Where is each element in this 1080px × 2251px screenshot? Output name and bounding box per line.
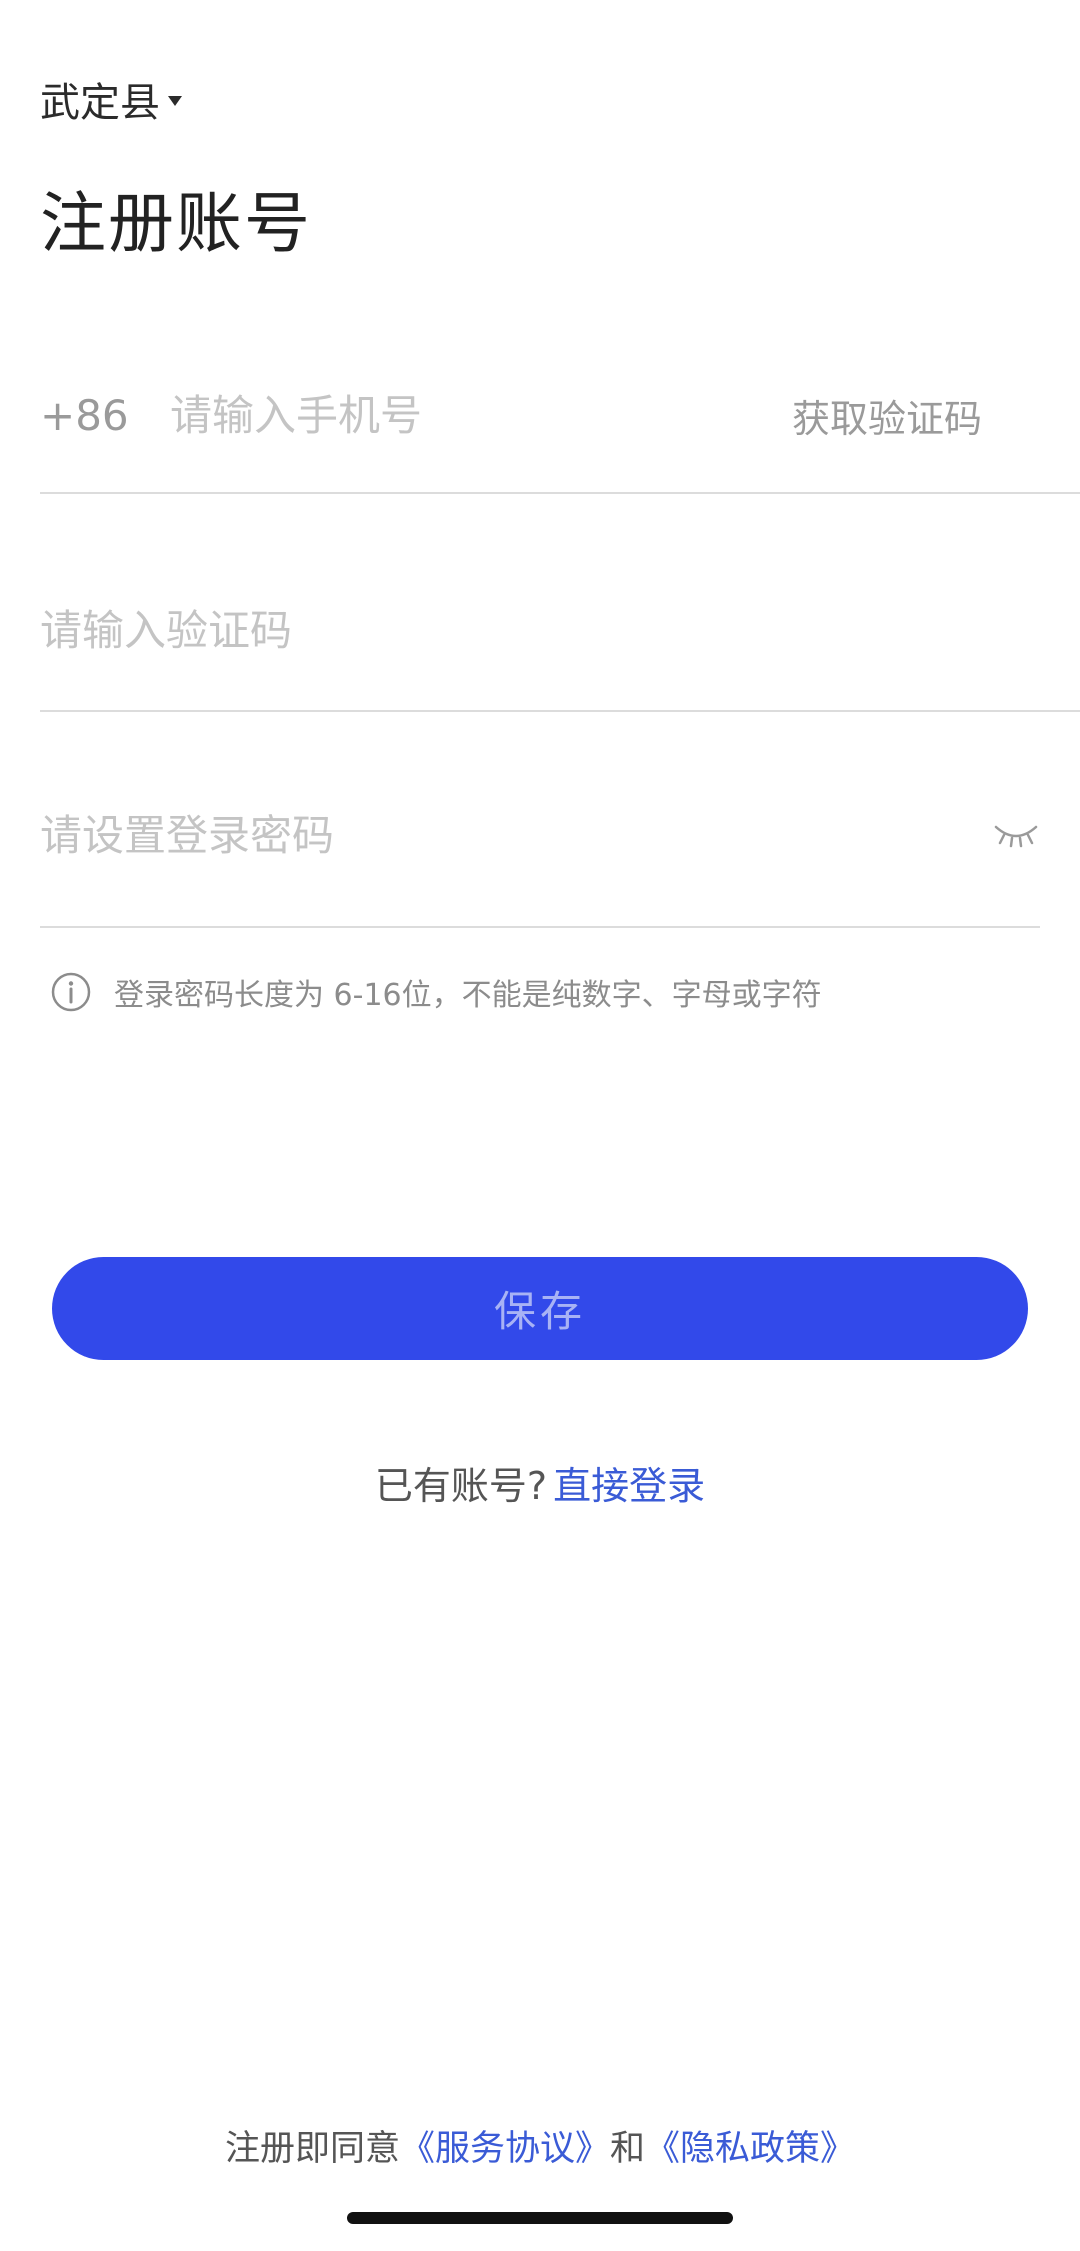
phone-input[interactable] [170,390,792,440]
password-input[interactable] [40,810,992,860]
country-code[interactable]: +86 [40,391,170,440]
code-row [40,590,1080,670]
password-hint-text: 登录密码长度为 6-16位，不能是纯数字、字母或字符 [114,978,822,1013]
privacy-policy-link[interactable]: 《隐私政策》 [645,2129,855,2169]
login-prompt: 已有账号? 直接登录 [0,1455,1080,1510]
divider [40,710,1080,712]
region-label: 武定县 [40,80,160,126]
agreement-prefix: 注册即同意 [224,2129,400,2169]
verification-code-input[interactable] [40,605,1080,655]
phone-row: +86 获取验证码 [40,375,1080,455]
caret-down-icon [168,96,182,106]
info-icon [51,972,91,1012]
divider [40,492,1080,494]
have-account-text: 已有账号? [374,1464,548,1508]
save-button[interactable]: 保存 [52,1257,1028,1360]
direct-login-link[interactable]: 直接登录 [553,1464,705,1508]
agreement-line: 注册即同意《服务协议》和《隐私政策》 [0,2120,1080,2171]
page-title: 注册账号 [40,185,312,262]
password-hint: 登录密码长度为 6-16位，不能是纯数字、字母或字符 [50,970,822,1014]
get-code-button[interactable]: 获取验证码 [792,388,982,443]
home-indicator[interactable] [347,2212,733,2224]
eye-closed-icon[interactable] [992,815,1040,855]
divider [40,926,1040,928]
region-selector[interactable]: 武定县 [40,70,182,128]
agreement-and: 和 [610,2129,646,2169]
service-agreement-link[interactable]: 《服务协议》 [400,2129,610,2169]
password-row [40,795,1040,875]
